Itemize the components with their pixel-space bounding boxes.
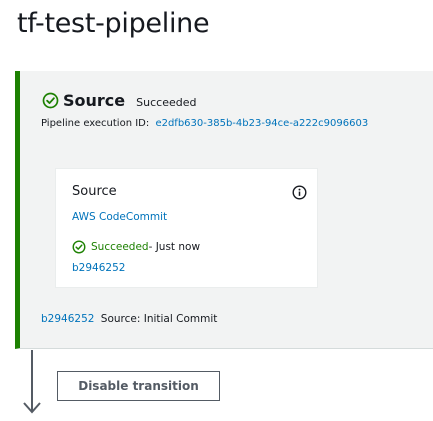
provider-link[interactable]: AWS CodeCommit	[72, 211, 167, 223]
action-status-time: - Just now	[148, 241, 201, 253]
info-icon[interactable]	[292, 185, 307, 200]
stage-source: Source Succeeded Pipeline execution ID: …	[15, 71, 433, 349]
action-name: Source	[72, 184, 117, 199]
stage-header: Source Succeeded	[42, 91, 196, 110]
execution-id-label: Pipeline execution ID:	[41, 118, 150, 129]
stage-name: Source	[63, 91, 126, 110]
execution-id-line: Pipeline execution ID: e2dfb630-385b-4b2…	[41, 118, 368, 129]
check-circle-icon	[42, 92, 59, 109]
disable-transition-button[interactable]: Disable transition	[57, 371, 220, 401]
execution-id-link[interactable]: e2dfb630-385b-4b23-94ce-a222c9096603	[155, 118, 368, 129]
pipeline-page: tf-test-pipeline Source Succeeded Pipeli…	[0, 0, 433, 421]
action-revision-link[interactable]: b2946252	[72, 262, 125, 274]
action-status: Succeeded - Just now	[72, 240, 200, 254]
action-card-source: Source AWS CodeCommit Succeeded - Just n…	[55, 168, 318, 288]
action-status-text[interactable]: Succeeded	[91, 241, 149, 253]
commit-id-link[interactable]: b2946252	[41, 313, 94, 325]
commit-line: b2946252 Source: Initial Commit	[41, 313, 217, 325]
commit-message: Source: Initial Commit	[100, 313, 218, 325]
stage-status: Succeeded	[136, 95, 197, 109]
check-circle-icon	[72, 240, 86, 254]
arrow-down-icon	[23, 402, 41, 414]
page-title: tf-test-pipeline	[17, 8, 210, 39]
